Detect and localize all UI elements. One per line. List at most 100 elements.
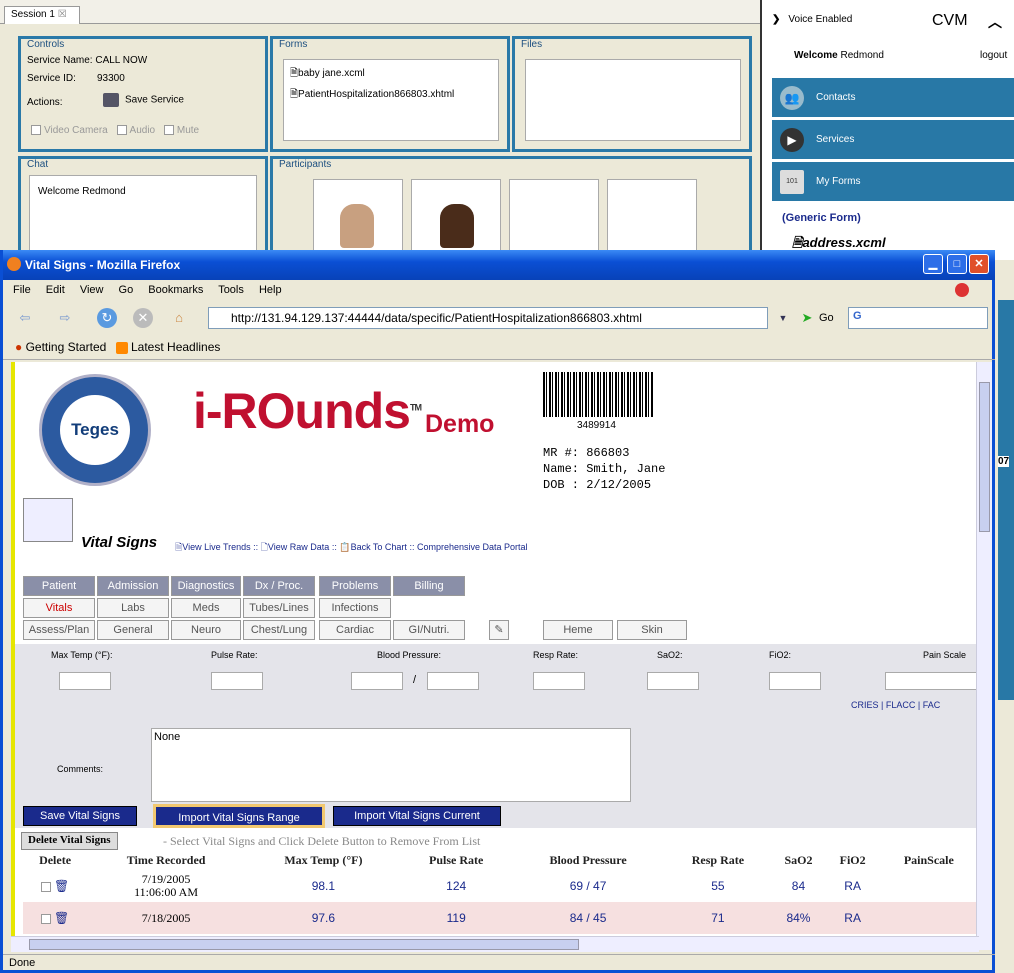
maximize-button[interactable]: □ xyxy=(947,254,967,274)
tab-skin[interactable]: Skin xyxy=(617,620,687,640)
minimize-button[interactable]: ▁ xyxy=(923,254,943,274)
vertical-scrollbar[interactable] xyxy=(976,362,992,950)
row-checkbox[interactable] xyxy=(40,913,51,924)
data-portal-link[interactable]: Comprehensive Data Portal xyxy=(417,542,528,552)
tab-assess-plan[interactable]: Assess/Plan xyxy=(23,620,95,640)
participants-panel: Participants xyxy=(270,156,752,260)
tab-session-1[interactable]: Session 1 ☒ xyxy=(4,6,80,24)
go-arrow-icon[interactable]: ➤ xyxy=(797,308,817,328)
save-service-button[interactable]: Save Service xyxy=(103,93,184,107)
scroll-thumb[interactable] xyxy=(29,939,579,950)
video-camera-checkbox[interactable] xyxy=(31,125,41,136)
resp-rate-label: Resp Rate: xyxy=(533,650,579,660)
tab-infections[interactable]: Infections xyxy=(319,598,391,618)
form-item[interactable]: 🗎PatientHospitalization866803.xhtml xyxy=(284,83,498,104)
my-forms-button[interactable]: 101 My Forms xyxy=(772,162,1014,202)
participant-tile[interactable] xyxy=(509,179,599,259)
tab-heme[interactable]: Heme xyxy=(543,620,613,640)
comments-textarea[interactable]: None xyxy=(151,728,631,802)
document-icon: 🗎 xyxy=(792,235,803,250)
forward-icon[interactable]: ⇨ xyxy=(55,308,75,328)
bp-systolic-input[interactable] xyxy=(351,672,403,690)
trash-icon[interactable]: 🗑 xyxy=(54,879,69,893)
tab-dx-proc[interactable]: Dx / Proc. xyxy=(243,576,315,596)
form-item[interactable]: 🗎baby jane.xcml xyxy=(284,60,498,83)
tab-neuro[interactable]: Neuro xyxy=(171,620,241,640)
tab-meds[interactable]: Meds xyxy=(171,598,241,618)
tab-labs[interactable]: Labs xyxy=(97,598,169,618)
save-vital-signs-button[interactable]: Save Vital Signs xyxy=(23,806,137,826)
collapse-icon[interactable]: ︿ xyxy=(988,12,1002,32)
search-input[interactable]: G xyxy=(848,307,988,329)
participant-tile[interactable] xyxy=(411,179,501,259)
services-button[interactable]: ▶ Services xyxy=(772,120,1014,160)
tab-general[interactable]: General xyxy=(97,620,169,640)
scroll-thumb[interactable] xyxy=(979,382,990,532)
participant-tile[interactable] xyxy=(313,179,403,259)
home-icon[interactable]: ⌂ xyxy=(169,308,189,328)
tab-admission[interactable]: Admission xyxy=(97,576,169,596)
close-button[interactable]: ✕ xyxy=(969,254,989,274)
edit-icon[interactable]: ✎ xyxy=(489,620,509,640)
url-input[interactable]: http://131.94.129.137:44444/data/specifi… xyxy=(208,307,768,329)
view-raw-data-link[interactable]: 🗋View Raw Data xyxy=(261,542,330,552)
menu-file[interactable]: File xyxy=(13,284,31,296)
bp-diastolic-input[interactable] xyxy=(427,672,479,690)
mute-checkbox[interactable] xyxy=(163,125,174,136)
files-list[interactable] xyxy=(525,59,741,141)
back-to-chart-link[interactable]: 📋Back To Chart xyxy=(339,542,407,552)
participant-tile[interactable] xyxy=(607,179,697,259)
bookmark-latest-headlines[interactable]: Latest Headlines xyxy=(115,340,220,354)
stop-icon[interactable] xyxy=(955,283,969,297)
document-icon: 🗋 xyxy=(260,542,268,552)
tab-diagnostics[interactable]: Diagnostics xyxy=(171,576,241,596)
participant-avatar xyxy=(440,204,474,248)
import-range-button[interactable]: Import Vital Signs Range xyxy=(153,804,325,828)
delete-vital-signs-button[interactable]: Delete Vital Signs xyxy=(21,832,118,850)
contacts-icon: 👥 xyxy=(780,86,804,110)
menu-tools[interactable]: Tools xyxy=(218,284,244,296)
tab-vitals[interactable]: Vitals xyxy=(23,598,95,618)
menu-view[interactable]: View xyxy=(80,284,104,296)
tab-gi-nutri[interactable]: GI/Nutri. xyxy=(393,620,465,640)
max-temp-input[interactable] xyxy=(59,672,111,690)
go-button[interactable]: Go xyxy=(819,312,834,324)
row-checkbox[interactable] xyxy=(40,881,51,892)
tab-patient[interactable]: Patient xyxy=(23,576,95,596)
tab-cardiac[interactable]: Cardiac xyxy=(319,620,391,640)
sidebar-scroll-strip[interactable] xyxy=(998,300,1014,700)
back-icon[interactable]: ⇦ xyxy=(15,308,35,328)
tab-problems[interactable]: Problems xyxy=(319,576,391,596)
stop-load-icon[interactable]: ✕ xyxy=(133,308,153,328)
panel-title: Files xyxy=(521,39,543,50)
trash-icon[interactable]: 🗑 xyxy=(54,911,69,925)
play-icon: ▶ xyxy=(780,128,804,152)
pain-scale-input[interactable] xyxy=(885,672,979,690)
logo-text: Teges xyxy=(60,395,130,465)
barcode-image xyxy=(543,372,653,417)
view-live-trends-link[interactable]: 🗎View Live Trends xyxy=(175,542,251,552)
logout-link[interactable]: logout xyxy=(980,50,1007,61)
bookmark-getting-started[interactable]: ● Getting Started xyxy=(15,340,106,354)
tab-billing[interactable]: Billing xyxy=(393,576,465,596)
close-icon[interactable]: ☒ xyxy=(58,9,67,20)
col-bp: Blood Pressure xyxy=(549,852,627,867)
pain-scale-links[interactable]: CRIES | FLACC | FAC xyxy=(851,700,940,710)
horizontal-scrollbar[interactable] xyxy=(11,936,979,952)
tab-chest-lung[interactable]: Chest/Lung xyxy=(243,620,315,640)
dropdown-arrow-icon[interactable]: ▼ xyxy=(773,308,793,328)
reload-icon[interactable]: ↻ xyxy=(97,308,117,328)
menu-edit[interactable]: Edit xyxy=(46,284,65,296)
pulse-rate-input[interactable] xyxy=(211,672,263,690)
fio2-input[interactable] xyxy=(769,672,821,690)
audio-checkbox[interactable] xyxy=(116,125,127,136)
import-current-button[interactable]: Import Vital Signs Current xyxy=(333,806,501,826)
menu-go[interactable]: Go xyxy=(119,284,134,296)
menu-help[interactable]: Help xyxy=(259,284,282,296)
tab-tubes-lines[interactable]: Tubes/Lines xyxy=(243,598,315,618)
menu-bookmarks[interactable]: Bookmarks xyxy=(148,284,203,296)
resp-rate-input[interactable] xyxy=(533,672,585,690)
contacts-button[interactable]: 👥 Contacts xyxy=(772,78,1014,118)
session-tabbar: Session 1 ☒ xyxy=(0,0,760,24)
sao2-input[interactable] xyxy=(647,672,699,690)
